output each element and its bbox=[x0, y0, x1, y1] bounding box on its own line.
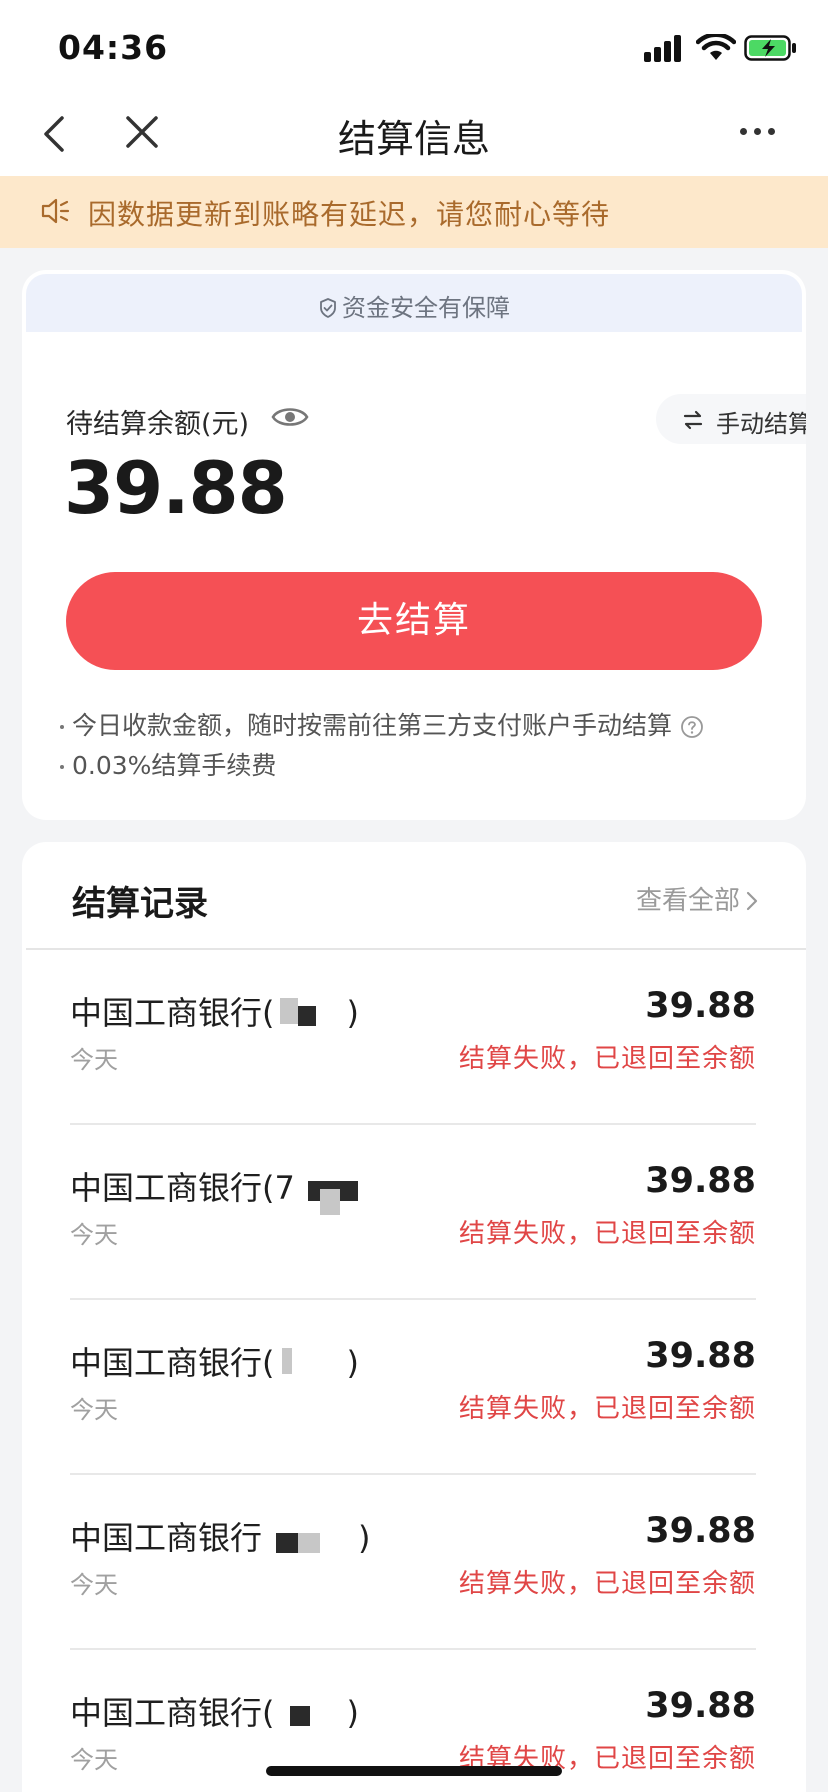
record-status: 结算失败，已退回至余额 bbox=[458, 1044, 756, 1074]
view-all-link[interactable]: 查看全部 bbox=[636, 880, 758, 917]
wifi-icon bbox=[696, 34, 736, 60]
record-row[interactable]: 中国工商银行() 今天 39.88 结算失败，已退回至余额 bbox=[22, 950, 806, 1125]
record-status: 结算失败，已退回至余额 bbox=[458, 1394, 756, 1424]
redaction-mask bbox=[298, 1533, 320, 1553]
notice-text: 因数据更新到账略有延迟，请您耐心等待 bbox=[88, 198, 611, 231]
manual-settle-label: 手动结算 bbox=[716, 410, 806, 438]
speaker-icon bbox=[41, 198, 70, 224]
chevron-right-icon bbox=[746, 891, 758, 911]
balance-amount: 39.88 bbox=[64, 446, 288, 530]
battery-charging-icon bbox=[744, 35, 796, 61]
shield-icon bbox=[320, 298, 336, 318]
help-icon[interactable] bbox=[680, 715, 704, 739]
bank-name: 中国工商银行(7 bbox=[70, 1169, 295, 1207]
safety-banner: 资金安全有保障 bbox=[26, 274, 802, 332]
bank-name: 中国工商银行) bbox=[70, 1519, 371, 1557]
redaction-mask bbox=[276, 1533, 298, 1553]
note-item: 0.03%结算手续费 bbox=[60, 746, 704, 786]
record-row[interactable]: 中国工商银行) 今天 39.88 结算失败，已退回至余额 bbox=[22, 1475, 806, 1650]
redaction-mask bbox=[280, 998, 298, 1024]
record-status: 结算失败，已退回至余额 bbox=[458, 1569, 756, 1599]
signal-icon bbox=[644, 34, 686, 62]
record-row[interactable]: 中国工商银行(7 今天 39.88 结算失败，已退回至余额 bbox=[22, 1125, 806, 1300]
redaction-mask bbox=[298, 1006, 316, 1026]
balance-label: 待结算余额(元) bbox=[66, 409, 250, 440]
record-date: 今天 bbox=[70, 1046, 118, 1074]
status-time: 04:36 bbox=[58, 28, 169, 67]
redaction-mask bbox=[290, 1706, 310, 1726]
record-amount: 39.88 bbox=[645, 1336, 756, 1376]
record-date: 今天 bbox=[70, 1396, 118, 1424]
record-status: 结算失败，已退回至余额 bbox=[458, 1219, 756, 1249]
redaction-mask bbox=[282, 1348, 292, 1374]
record-amount: 39.88 bbox=[645, 986, 756, 1026]
record-amount: 39.88 bbox=[645, 1511, 756, 1551]
records-title: 结算记录 bbox=[72, 884, 208, 924]
note-item: 今日收款金额，随时按需前往第三方支付账户手动结算 bbox=[60, 706, 704, 746]
more-icon[interactable] bbox=[740, 128, 776, 138]
record-date: 今天 bbox=[70, 1746, 118, 1774]
record-date: 今天 bbox=[70, 1571, 118, 1599]
record-amount: 39.88 bbox=[645, 1686, 756, 1726]
safety-text: 资金安全有保障 bbox=[342, 294, 510, 322]
notice-bar: 因数据更新到账略有延迟，请您耐心等待 bbox=[0, 176, 828, 248]
home-indicator[interactable] bbox=[266, 1766, 562, 1776]
record-amount: 39.88 bbox=[645, 1161, 756, 1201]
record-row[interactable]: 中国工商银行() 今天 39.88 结算失败，已退回至余额 bbox=[22, 1300, 806, 1475]
balance-card: 资金安全有保障 待结算余额(元) 手动结算 39.88 去结算 今日收款金额，随… bbox=[22, 270, 806, 820]
manual-settle-button[interactable]: 手动结算 bbox=[656, 394, 806, 444]
bank-name: 中国工商银行() bbox=[70, 1694, 359, 1732]
records-card: 结算记录 查看全部 中国工商银行() 今天 39.88 结算失败，已退回至余额 … bbox=[22, 842, 806, 1792]
settlement-screen: 04:36 结算信息 因数据更新到账略有延迟，请您耐心等待 资金安全有保障 待结… bbox=[0, 0, 828, 1792]
eye-icon[interactable] bbox=[270, 402, 310, 432]
redaction-mask bbox=[320, 1189, 340, 1215]
header: 04:36 结算信息 bbox=[0, 0, 828, 176]
record-date: 今天 bbox=[70, 1221, 118, 1249]
settle-notes: 今日收款金额，随时按需前往第三方支付账户手动结算 0.03%结算手续费 bbox=[60, 706, 704, 786]
settle-button[interactable]: 去结算 bbox=[66, 572, 762, 670]
status-icons bbox=[644, 34, 796, 64]
bank-name: 中国工商银行() bbox=[70, 1344, 359, 1382]
swap-icon bbox=[683, 410, 703, 430]
page-title: 结算信息 bbox=[337, 117, 490, 161]
